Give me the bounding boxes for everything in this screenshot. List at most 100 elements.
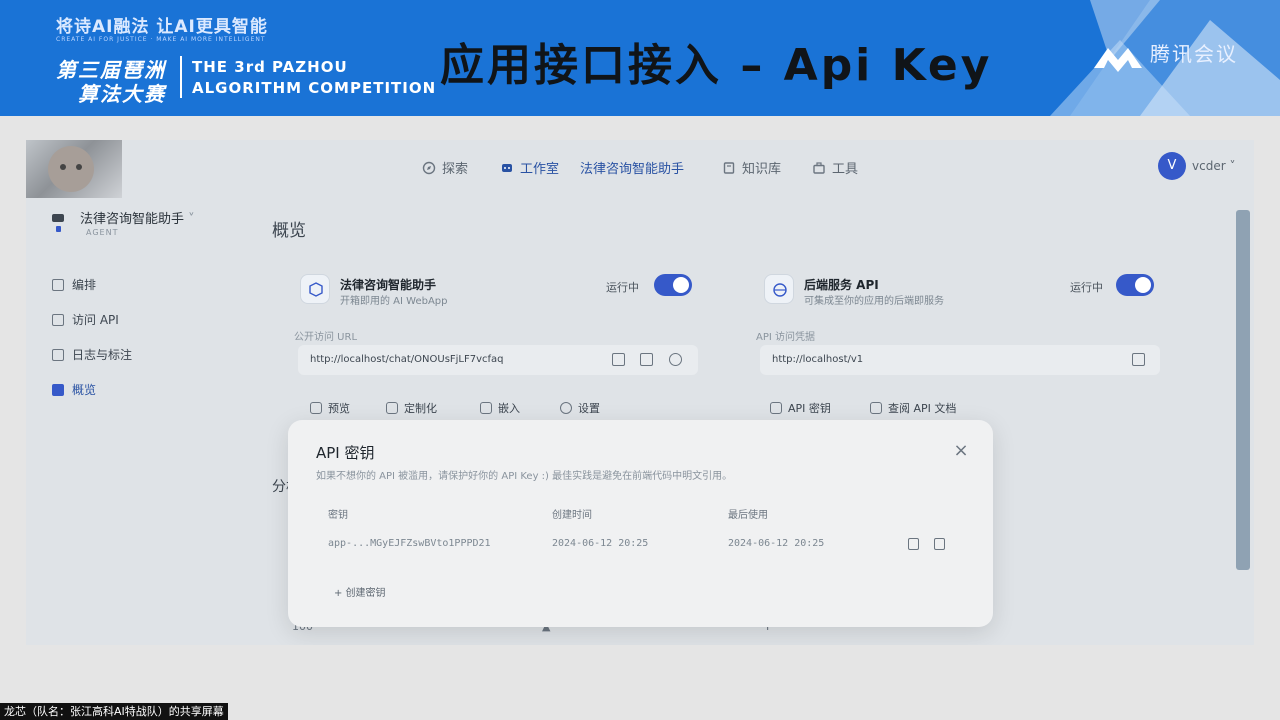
api-icon [52, 313, 64, 326]
screen-share-caption: 龙芯（队名：张江高科AI特战队）的共享屏幕 [0, 703, 228, 720]
conference-name: 腾讯会议 [1150, 42, 1238, 66]
participant-video [26, 140, 122, 198]
log-icon [52, 348, 64, 361]
nav-knowledge-label: 知识库 [742, 162, 782, 177]
api-card-subtitle: 可集成至你的应用的后端即服务 [804, 296, 944, 307]
slide-title: 应用接口接入 – Api Key [440, 40, 993, 91]
settings-button[interactable]: 设置 [560, 400, 600, 416]
api-docs-label: 查阅 API 文档 [888, 402, 957, 415]
settings-label: 设置 [578, 402, 600, 415]
brush-icon [386, 402, 398, 414]
qrcode-icon[interactable] [612, 353, 625, 366]
embed-label: 嵌入 [498, 402, 520, 415]
sidebar-item-overview[interactable]: 概览 [52, 381, 96, 398]
copy-icon[interactable] [908, 538, 919, 550]
preview-icon [310, 402, 322, 414]
api-docs-button[interactable]: 查阅 API 文档 [870, 400, 956, 416]
customize-label: 定制化 [404, 402, 437, 415]
embed-button[interactable]: 嵌入 [480, 400, 520, 416]
participant-eye-right [76, 164, 82, 170]
nav-app-label: 法律咨询智能助手 [580, 162, 685, 177]
api-key-created: 2024-06-12 20:25 [552, 538, 649, 549]
webapp-url-label: 公开访问 URL [294, 332, 358, 343]
preview-button[interactable]: 预览 [310, 400, 350, 416]
chevron-down-icon: ˅ [188, 212, 195, 227]
competition-cn-line2: 算法大赛 [78, 82, 166, 106]
copy-icon[interactable] [1132, 353, 1145, 366]
document-icon [870, 402, 882, 414]
nav-tools[interactable]: 工具 [812, 158, 858, 177]
sidebar-item-label: 访问 API [72, 313, 119, 327]
preview-label: 预览 [328, 402, 350, 415]
sidebar-item-label: 日志与标注 [72, 348, 133, 362]
sidebar-item-api-access[interactable]: 访问 API [52, 311, 119, 328]
app-robot-icon [52, 214, 64, 232]
webapp-status: 运行中 [606, 281, 639, 294]
username-label: vcder [1192, 159, 1226, 173]
webapp-url-field[interactable]: http://localhost/chat/ONOUsFjLF7vcfaq [298, 345, 698, 375]
slide-banner: 将诗AI融法 让AI更具智能 CREATE AI FOR JUSTICE · M… [0, 0, 1280, 116]
create-key-button[interactable]: + 创建密钥 [334, 584, 386, 599]
modal-title: API 密钥 [316, 444, 375, 462]
slogan-en: CREATE AI FOR JUSTICE · MAKE AI MORE INT… [56, 36, 266, 43]
api-key-modal: API 密钥 × 如果不想你的 API 被滥用，请保护好你的 API Key :… [288, 420, 993, 627]
api-globe-icon [764, 274, 794, 304]
competition-en-line2: ALGORITHM COMPETITION [192, 79, 437, 97]
trash-icon[interactable] [934, 538, 945, 550]
close-icon[interactable]: × [952, 442, 970, 460]
sidebar-item-label: 概览 [72, 383, 97, 397]
shared-screen: 探索 工作室 法律咨询智能助手 知识库 工具 V vcder ˅ 法律咨询智能助… [26, 140, 1254, 645]
app-name-label: 法律咨询智能助手 [80, 212, 185, 227]
sidebar-item-orchestrate[interactable]: 编排 [52, 276, 96, 293]
edit-icon [52, 278, 64, 291]
gear-icon [560, 402, 572, 414]
chart-icon [52, 383, 64, 396]
api-card-title: 后端服务 API [804, 278, 879, 292]
nav-studio[interactable]: 工作室 [500, 158, 559, 177]
nav-knowledge[interactable]: 知识库 [722, 158, 781, 177]
modal-description: 如果不想你的 API 被滥用，请保护好你的 API Key :) 最佳实践是避免… [316, 471, 733, 482]
app-type-tag: AGENT [86, 228, 119, 237]
competition-en-line1: THE 3rd PAZHOU [192, 58, 348, 76]
api-url-field[interactable]: http://localhost/v1 [760, 345, 1160, 375]
api-key-label: API 密钥 [788, 402, 831, 415]
user-avatar[interactable]: V [1158, 152, 1186, 180]
nav-explore-label: 探索 [442, 162, 469, 177]
nav-studio-label: 工作室 [520, 162, 560, 177]
column-header-last-used: 最后使用 [728, 510, 768, 521]
nav-tools-label: 工具 [832, 162, 859, 177]
sidebar-item-label: 编排 [72, 278, 97, 292]
top-navigation: 探索 工作室 法律咨询智能助手 知识库 工具 V vcder ˅ [26, 140, 1254, 196]
page-scrollbar[interactable] [1236, 210, 1250, 570]
toolbox-icon [813, 161, 825, 174]
slogan: 将诗AI融法 让AI更具智能 [56, 17, 268, 37]
api-key-button[interactable]: API 密钥 [770, 400, 831, 416]
user-menu[interactable]: vcder ˅ [1192, 159, 1235, 173]
copy-icon[interactable] [640, 353, 653, 366]
nav-app-switcher[interactable]: 法律咨询智能助手 [580, 158, 684, 177]
customize-button[interactable]: 定制化 [386, 400, 437, 416]
participant-eye-left [60, 164, 66, 170]
embed-icon [480, 402, 492, 414]
robot-icon [502, 163, 512, 172]
book-icon [723, 161, 735, 174]
nav-explore[interactable]: 探索 [422, 158, 468, 177]
app-name: 法律咨询智能助手 ˅ [80, 208, 195, 227]
api-key-last-used: 2024-06-12 20:25 [728, 538, 825, 549]
refresh-icon[interactable] [669, 353, 682, 366]
logo-divider [180, 56, 182, 98]
api-key-value: app-...MGyEJFZswBVto1PPPD21 [328, 538, 491, 549]
api-toggle[interactable] [1116, 274, 1154, 296]
webapp-toggle[interactable] [654, 274, 692, 296]
chevron-down-icon: ˅ [1229, 159, 1236, 173]
column-header-created: 创建时间 [552, 510, 592, 521]
app-header[interactable]: 法律咨询智能助手 ˅ AGENT [46, 206, 246, 242]
sidebar-item-logs[interactable]: 日志与标注 [52, 346, 132, 363]
api-url-value: http://localhost/v1 [772, 354, 864, 365]
api-status: 运行中 [1070, 281, 1103, 294]
api-url-label: API 访问凭据 [756, 332, 815, 343]
page-title: 概览 [272, 221, 306, 241]
cube-icon [300, 274, 330, 304]
webapp-card-subtitle: 开箱即用的 AI WebApp [340, 296, 448, 307]
participant-face [48, 146, 94, 192]
